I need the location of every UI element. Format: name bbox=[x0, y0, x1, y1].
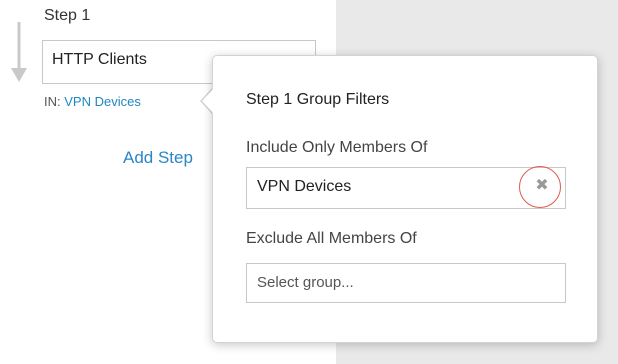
include-label: Include Only Members Of bbox=[246, 139, 428, 156]
popover-arrow-inner bbox=[202, 88, 214, 114]
group-filters-popover: Step 1 Group Filters Include Only Member… bbox=[212, 55, 598, 343]
step-title: Step 1 bbox=[44, 7, 91, 24]
flow-down-arrow-icon bbox=[11, 22, 27, 82]
exclude-label: Exclude All Members Of bbox=[246, 230, 417, 247]
add-step-link[interactable]: Add Step bbox=[123, 148, 193, 168]
in-prefix-label: IN: bbox=[44, 94, 65, 109]
in-group-link[interactable]: VPN Devices bbox=[64, 94, 141, 109]
include-group-value: VPN Devices bbox=[257, 178, 352, 195]
step-group-filter-summary: IN: VPN Devices bbox=[44, 94, 141, 109]
include-group-field[interactable]: VPN Devices bbox=[246, 167, 566, 209]
popover-title: Step 1 Group Filters bbox=[246, 91, 390, 108]
close-icon[interactable]: ✖ bbox=[529, 173, 555, 199]
exclude-group-select[interactable]: Select group... bbox=[246, 263, 566, 303]
